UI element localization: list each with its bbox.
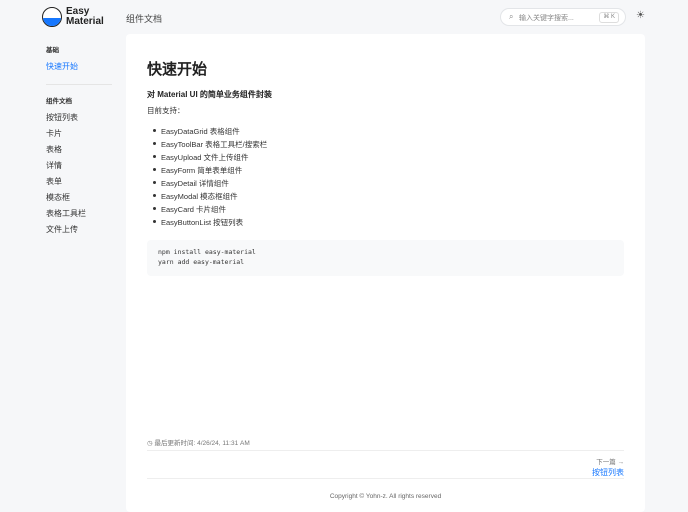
- sidebar-item-button-list[interactable]: 按钮列表: [46, 113, 112, 129]
- list-item: EasyCard 卡片组件: [151, 204, 267, 217]
- nav-docs-link[interactable]: 组件文档: [126, 12, 162, 25]
- search-icon: ⌕: [509, 12, 514, 21]
- sidebar-item-modal[interactable]: 模态框: [46, 193, 112, 209]
- sidebar: 基础 快速开始 组件文档 按钮列表 卡片 表格 详情 表单 模态框 表格工具栏 …: [46, 44, 112, 241]
- code-line: yarn add easy-material: [158, 258, 245, 266]
- list-item: EasyDetail 详情组件: [151, 178, 267, 191]
- last-updated-text: 最后更新时间: 4/26/24, 11:31 AM: [154, 440, 250, 447]
- search-input[interactable]: ⌕ 输入关键字搜索... ⌘ K: [500, 8, 626, 26]
- top-header: Easy Material 组件文档 ⌕ 输入关键字搜索... ⌘ K ☀: [0, 0, 688, 34]
- next-link-title[interactable]: 按钮列表: [592, 467, 624, 478]
- brand-line2: Material: [66, 16, 104, 27]
- list-item: EasyToolBar 表格工具栏/搜索栏: [151, 139, 267, 152]
- next-label: 下一篇 →: [596, 459, 624, 466]
- content-card: 快速开始 对 Material UI 的简单业务组件封装 目前支持： EasyD…: [126, 34, 645, 512]
- search-shortcut: ⌘ K: [599, 12, 619, 23]
- install-code-block: npm install easy-material yarn add easy-…: [147, 240, 624, 276]
- divider: [147, 450, 624, 451]
- sidebar-item-card[interactable]: 卡片: [46, 129, 112, 145]
- component-list: EasyDataGrid 表格组件 EasyToolBar 表格工具栏/搜索栏 …: [151, 126, 267, 230]
- sidebar-item-quick-start[interactable]: 快速开始: [46, 62, 112, 78]
- brand-name[interactable]: Easy Material: [66, 7, 104, 27]
- sidebar-section-basics: 基础: [46, 47, 59, 54]
- page-subtitle: 对 Material UI 的简单业务组件封装: [147, 90, 272, 99]
- sidebar-section-components: 组件文档: [46, 98, 72, 105]
- next-page-link[interactable]: 下一篇 → 按钮列表: [592, 456, 624, 478]
- list-item: EasyModal 模态框组件: [151, 191, 267, 204]
- divider: [147, 478, 624, 479]
- sidebar-item-form[interactable]: 表单: [46, 177, 112, 193]
- support-lead: 目前支持：: [147, 106, 185, 115]
- sidebar-divider: [46, 84, 112, 85]
- copyright: Copyright © Yohn-z. All rights reserved: [329, 493, 442, 500]
- code-line: npm install easy-material: [158, 248, 256, 256]
- sidebar-item-detail[interactable]: 详情: [46, 161, 112, 177]
- list-item: EasyDataGrid 表格组件: [151, 126, 267, 139]
- sidebar-item-upload[interactable]: 文件上传: [46, 225, 112, 241]
- list-item: EasyForm 简单表单组件: [151, 165, 267, 178]
- list-item: EasyButtonList 按钮列表: [151, 217, 267, 230]
- page-title: 快速开始: [147, 61, 208, 78]
- last-updated: ◷ 最后更新时间: 4/26/24, 11:31 AM: [147, 437, 250, 447]
- sun-icon[interactable]: ☀: [636, 10, 645, 21]
- search-placeholder: 输入关键字搜索...: [519, 15, 574, 22]
- list-item: EasyUpload 文件上传组件: [151, 152, 267, 165]
- logo-icon[interactable]: [42, 7, 62, 27]
- sidebar-item-table[interactable]: 表格: [46, 145, 112, 161]
- sidebar-item-toolbar[interactable]: 表格工具栏: [46, 209, 112, 225]
